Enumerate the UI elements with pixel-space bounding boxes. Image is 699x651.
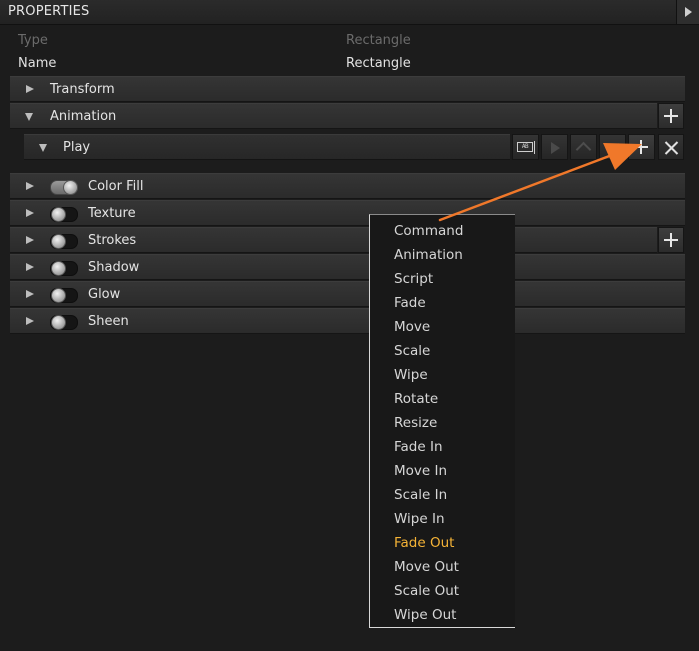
menu-item-scale-out[interactable]: Scale Out (394, 580, 459, 602)
menu-item-command[interactable]: Command (394, 220, 463, 242)
effect-row-shadow[interactable]: Shadow (10, 254, 685, 280)
menu-item-resize[interactable]: Resize (394, 412, 437, 434)
triangle-right-icon (685, 7, 692, 17)
expand-arrow-icon[interactable] (26, 209, 34, 217)
menu-item-fade[interactable]: Fade (394, 292, 426, 314)
effect-row-texture[interactable]: Texture (10, 200, 685, 226)
properties-panel: PROPERTIES Type Rectangle Name Rectangle… (0, 0, 699, 651)
play-icon (551, 142, 560, 154)
type-row: Type Rectangle (0, 29, 699, 51)
section-animation-label: Animation (50, 109, 117, 124)
menu-item-wipe[interactable]: Wipe (394, 364, 428, 386)
toggle-knob (51, 315, 66, 330)
effect-label: Texture (88, 206, 136, 221)
effect-label: Color Fill (88, 179, 144, 194)
menu-item-fade-in[interactable]: Fade In (394, 436, 443, 458)
expand-arrow-icon[interactable] (26, 236, 34, 244)
menu-item-wipe-in[interactable]: Wipe In (394, 508, 445, 530)
play-animation-row[interactable]: Play (24, 134, 510, 160)
add-animation-button[interactable] (658, 103, 684, 129)
expand-arrow-icon[interactable] (26, 290, 34, 298)
section-transform[interactable]: Transform (10, 76, 685, 102)
panel-title: PROPERTIES (8, 4, 90, 19)
name-value[interactable]: Rectangle (346, 56, 411, 71)
collapse-panel-button[interactable] (676, 0, 699, 24)
remove-action-button[interactable] (658, 134, 684, 160)
effect-row-sheen[interactable]: Sheen (10, 308, 685, 334)
menu-item-fade-out[interactable]: Fade Out (394, 532, 454, 554)
expand-arrow-icon[interactable] (26, 85, 34, 93)
menu-item-scale-in[interactable]: Scale In (394, 484, 447, 506)
expand-arrow-icon[interactable] (26, 182, 34, 190)
menu-item-animation[interactable]: Animation (394, 244, 463, 266)
type-label: Type (18, 33, 48, 48)
effect-label: Sheen (88, 314, 129, 329)
name-row: Name Rectangle (0, 52, 699, 74)
menu-item-move[interactable]: Move (394, 316, 430, 338)
expand-arrow-icon[interactable] (26, 263, 34, 271)
panel-header: PROPERTIES (0, 0, 699, 25)
toggle-knob (51, 207, 66, 222)
menu-item-scale[interactable]: Scale (394, 340, 430, 362)
collapse-arrow-icon[interactable] (25, 113, 33, 121)
effect-label: Glow (88, 287, 121, 302)
play-label: Play (63, 140, 91, 155)
menu-item-script[interactable]: Script (394, 268, 433, 290)
expand-arrow-icon[interactable] (26, 317, 34, 325)
section-transform-label: Transform (50, 82, 115, 97)
effect-label: Shadow (88, 260, 140, 275)
name-label: Name (18, 56, 57, 71)
text-caret-icon (534, 141, 535, 154)
rename-button[interactable]: AB (512, 134, 539, 160)
effect-toggle[interactable] (50, 261, 78, 276)
chevron-up-icon (575, 141, 592, 158)
add-action-button[interactable] (628, 134, 655, 160)
effect-toggle[interactable] (50, 234, 78, 249)
add-action-menu: Command Animation Script Fade Move Scale… (369, 214, 515, 628)
toggle-knob (51, 234, 66, 249)
add-stroke-button[interactable] (658, 227, 684, 253)
effect-toggle[interactable] (50, 180, 78, 195)
play-button[interactable] (541, 134, 568, 160)
move-down-button[interactable] (599, 134, 626, 160)
toggle-knob (63, 180, 78, 195)
toggle-knob (51, 288, 66, 303)
effect-row-strokes[interactable]: Strokes (10, 227, 657, 253)
effect-toggle[interactable] (50, 207, 78, 222)
menu-item-wipe-out[interactable]: Wipe Out (394, 604, 456, 626)
effect-toggle[interactable] (50, 288, 78, 303)
section-animation[interactable]: Animation (10, 103, 657, 129)
move-up-button[interactable] (570, 134, 597, 160)
toggle-knob (51, 261, 66, 276)
collapse-arrow-icon[interactable] (39, 144, 47, 152)
effect-toggle[interactable] (50, 315, 78, 330)
menu-item-move-out[interactable]: Move Out (394, 556, 459, 578)
chevron-down-icon (604, 136, 621, 153)
type-value: Rectangle (346, 33, 411, 48)
effect-row-color-fill[interactable]: Color Fill (10, 173, 685, 199)
effect-label: Strokes (88, 233, 137, 248)
menu-item-move-in[interactable]: Move In (394, 460, 447, 482)
rename-icon: AB (517, 142, 533, 152)
effect-row-glow[interactable]: Glow (10, 281, 685, 307)
menu-item-rotate[interactable]: Rotate (394, 388, 438, 410)
